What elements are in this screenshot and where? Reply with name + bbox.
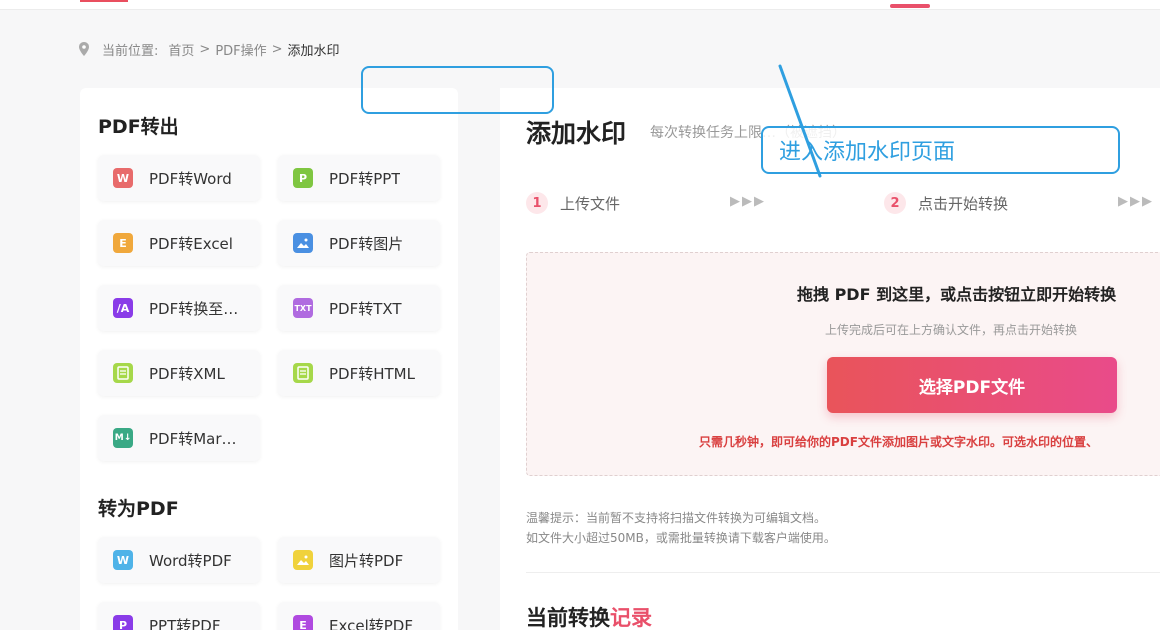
ppt-icon: P <box>293 168 313 188</box>
tool-label: PDF转图片 <box>329 234 404 253</box>
tool-pdf-to-markdown[interactable]: M↓ PDF转Mar… <box>98 415 260 461</box>
step-label: 上传文件 <box>560 194 621 213</box>
records-title: 当前转换记录 <box>526 602 652 630</box>
tool-label: PDF转PPT <box>329 169 401 188</box>
tool-label: PDF转换至… <box>149 299 239 318</box>
tool-pdf-to-image[interactable]: PDF转图片 <box>278 220 440 266</box>
image-icon <box>293 233 313 253</box>
step-label: 点击开始转换 <box>918 194 1009 213</box>
step-upload: 1 上传文件 <box>526 192 620 214</box>
tool-label: PDF转Mar… <box>149 429 237 448</box>
tool-label: PDF转TXT <box>329 299 402 318</box>
word-icon: W <box>113 168 133 188</box>
tool-pdf-convert-to[interactable]: /A PDF转换至… <box>98 285 260 331</box>
tool-label: PDF转XML <box>149 364 225 383</box>
txt-icon: TXT <box>293 298 313 318</box>
page-title: 添加水印 <box>526 119 627 148</box>
tip-line: 温馨提示：当前暂不支持将扫描文件转换为可编辑文档。 <box>526 511 827 525</box>
excel-icon: E <box>293 615 313 630</box>
ppt-icon: P <box>113 615 133 630</box>
tool-label: 图片转PDF <box>329 551 404 570</box>
tips-text: 温馨提示：当前暂不支持将扫描文件转换为可编辑文档。 如文件大小超过50MB，或需… <box>526 508 836 548</box>
step-convert: 2 点击开始转换 <box>884 192 1008 214</box>
breadcrumb: 当前位置: 首页 > PDF操作 > 添加水印 <box>78 40 340 59</box>
file-dropzone[interactable]: 拖拽 PDF 到这里，或点击按钮立即开始转换 上传完成后可在上方确认文件，再点击… <box>526 252 1160 476</box>
dropzone-subtitle: 上传完成后可在上方确认文件，再点击开始转换 <box>825 323 1078 337</box>
logo-stub <box>80 0 128 2</box>
tip-line: 如文件大小超过50MB，或需批量转换请下载客户端使用。 <box>526 531 836 545</box>
section-title-pdf-export: PDF转出 <box>98 116 179 138</box>
tool-label: Excel转PDF <box>329 616 413 630</box>
tool-pdf-to-word[interactable]: W PDF转Word <box>98 155 260 201</box>
breadcrumb-home[interactable]: 首页 <box>168 40 194 59</box>
step-number: 1 <box>526 192 548 214</box>
tool-label: PDF转Word <box>149 169 232 188</box>
xml-icon <box>113 363 133 383</box>
choose-pdf-button[interactable]: 选择PDF文件 <box>827 357 1117 413</box>
markdown-icon: M↓ <box>113 428 133 448</box>
tool-word-to-pdf[interactable]: W Word转PDF <box>98 537 260 583</box>
breadcrumb-prefix: 当前位置: <box>102 43 159 59</box>
tool-pdf-to-excel[interactable]: E PDF转Excel <box>98 220 260 266</box>
tool-pdf-to-ppt[interactable]: P PDF转PPT <box>278 155 440 201</box>
breadcrumb-separator: > <box>199 41 211 57</box>
tool-label: Word转PDF <box>149 551 232 570</box>
section-title-to-pdf: 转为PDF <box>98 498 179 520</box>
tool-pdf-to-xml[interactable]: PDF转XML <box>98 350 260 396</box>
tool-pdf-to-txt[interactable]: TXT PDF转TXT <box>278 285 440 331</box>
tool-label: PDF转Excel <box>149 234 233 253</box>
step-arrows: ▶▶▶ <box>1118 194 1154 209</box>
image-icon <box>293 550 313 570</box>
word-icon: W <box>113 550 133 570</box>
step-arrows: ▶▶▶ <box>730 194 766 209</box>
tool-label: PDF转HTML <box>329 364 415 383</box>
tool-label: PPT转PDF <box>149 616 221 630</box>
tool-image-to-pdf[interactable]: 图片转PDF <box>278 537 440 583</box>
step-number: 2 <box>884 192 906 214</box>
tool-ppt-to-pdf[interactable]: P PPT转PDF <box>98 602 260 630</box>
pdfa-icon: /A <box>113 298 133 318</box>
annotation-text: 进入添加水印页面 <box>779 140 956 165</box>
html-icon <box>293 363 313 383</box>
top-header <box>0 0 1160 10</box>
tool-sidebar: PDF转出 W PDF转Word P PDF转PPT E PDF转Excel P… <box>80 88 458 630</box>
breadcrumb-current: 添加水印 <box>287 43 340 59</box>
excel-icon: E <box>113 233 133 253</box>
tool-excel-to-pdf[interactable]: E Excel转PDF <box>278 602 440 630</box>
nav-active-indicator <box>890 4 930 8</box>
dropzone-note: 只需几秒钟，即可给你的PDF文件添加图片或文字水印。可选水印的位置、 <box>699 435 1098 449</box>
records-title-text: 当前转换 <box>526 606 610 630</box>
breadcrumb-separator: > <box>271 41 283 57</box>
records-title-highlight: 记录 <box>610 606 652 630</box>
location-pin-icon <box>79 42 89 56</box>
breadcrumb-pdf-ops[interactable]: PDF操作 <box>215 40 266 59</box>
annotation-box-empty <box>361 66 554 114</box>
divider <box>526 572 1160 573</box>
tool-pdf-to-html[interactable]: PDF转HTML <box>278 350 440 396</box>
dropzone-title: 拖拽 PDF 到这里，或点击按钮立即开始转换 <box>797 285 1117 304</box>
